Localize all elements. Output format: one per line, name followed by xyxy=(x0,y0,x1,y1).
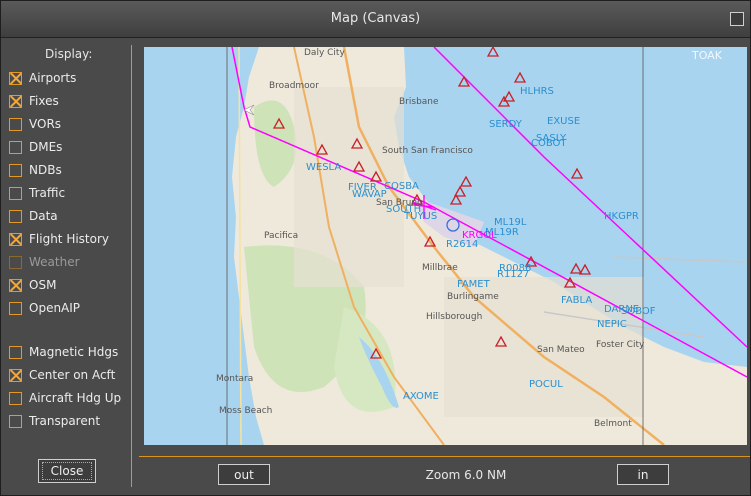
place-label: Brisbane xyxy=(399,97,439,107)
fix-label: WESLA xyxy=(306,162,341,173)
map-window: Map (Canvas) Display: Airports Fixes VOR… xyxy=(0,0,751,496)
close-button[interactable]: Close xyxy=(38,459,96,483)
place-label: Broadmoor xyxy=(269,81,319,91)
option-openaip[interactable]: OpenAIP xyxy=(9,299,80,317)
option-data[interactable]: Data xyxy=(9,207,58,225)
checkbox-icon xyxy=(9,368,22,382)
option-weather: Weather xyxy=(9,253,80,271)
zoom-in-label: in xyxy=(637,467,649,482)
window-title: Map (Canvas) xyxy=(330,11,421,26)
map-svg: Daly City Broadmoor Brisbane South San F… xyxy=(144,47,747,445)
option-flight-history[interactable]: Flight History xyxy=(9,230,109,248)
airport-marker xyxy=(459,175,473,187)
option-ndbs[interactable]: NDBs xyxy=(9,161,62,179)
window-close-box[interactable] xyxy=(730,12,744,26)
checkbox-icon xyxy=(9,391,22,405)
place-label: Millbrae xyxy=(422,263,458,273)
fix-label: TUYUS xyxy=(403,211,437,222)
fix-label: SERDY xyxy=(489,119,523,130)
fix-label: EXUSE xyxy=(547,116,580,127)
option-transparent[interactable]: Transparent xyxy=(9,412,100,430)
option-label: Traffic xyxy=(29,186,66,200)
option-label: OpenAIP xyxy=(29,301,81,315)
option-label: Data xyxy=(29,209,58,223)
zoom-in-button[interactable]: in xyxy=(617,464,669,485)
checkbox-icon xyxy=(9,209,22,223)
checkbox-icon xyxy=(9,232,22,246)
checkbox-icon xyxy=(9,255,22,269)
checkbox-icon xyxy=(9,414,22,428)
option-aircraft-hdg-up[interactable]: Aircraft Hdg Up xyxy=(9,389,121,407)
place-label: Hillsborough xyxy=(426,312,482,322)
option-label: Flight History xyxy=(29,232,110,246)
zoom-out-button[interactable]: out xyxy=(218,464,270,485)
place-label: Pacifica xyxy=(264,231,298,241)
option-label: Fixes xyxy=(29,94,59,108)
option-label: OSM xyxy=(29,278,57,292)
option-center-on-acft[interactable]: Center on Acft xyxy=(9,366,115,384)
display-label: Display: xyxy=(45,47,93,61)
fix-label: KRGOL xyxy=(462,230,497,241)
option-label: Transparent xyxy=(29,414,101,428)
option-osm[interactable]: OSM xyxy=(9,276,56,294)
place-label: South San Francisco xyxy=(382,146,473,156)
fix-label: COBOT xyxy=(531,138,567,149)
airport-marker xyxy=(570,167,584,179)
place-label: Belmont xyxy=(594,419,632,429)
airport-marker xyxy=(569,262,583,274)
fix-label: FABLA xyxy=(561,295,592,306)
bottom-divider xyxy=(139,456,750,457)
fix-label: AXOME xyxy=(403,391,439,402)
place-label: San Mateo xyxy=(537,345,585,355)
option-traffic[interactable]: Traffic xyxy=(9,184,65,202)
fix-label: COSBA xyxy=(384,181,419,192)
option-label: Center on Acft xyxy=(29,368,116,382)
checkbox-icon xyxy=(9,186,22,200)
title-bar[interactable]: Map (Canvas) xyxy=(1,1,750,38)
map-canvas[interactable]: Daly City Broadmoor Brisbane South San F… xyxy=(144,47,747,445)
checkbox-icon xyxy=(9,163,22,177)
map-watermark: TOAK xyxy=(691,49,723,62)
option-dmes[interactable]: DMEs xyxy=(9,138,62,156)
airport-marker xyxy=(486,47,500,57)
place-label: Montara xyxy=(216,374,253,384)
checkbox-icon xyxy=(9,71,22,85)
checkbox-icon xyxy=(9,278,22,292)
place-label: Foster City xyxy=(596,340,645,350)
checkbox-icon xyxy=(9,301,22,315)
place-label: Daly City xyxy=(304,48,345,58)
option-airports[interactable]: Airports xyxy=(9,69,76,87)
airport-marker xyxy=(513,71,527,83)
fix-label: SOBOF xyxy=(621,306,656,317)
place-label: Moss Beach xyxy=(219,406,272,416)
fix-label: NEPIC xyxy=(597,319,627,330)
close-button-label: Close xyxy=(41,462,93,480)
checkbox-icon xyxy=(9,345,22,359)
option-vors[interactable]: VORs xyxy=(9,115,61,133)
option-label: Weather xyxy=(29,255,80,269)
place-label: Burlingame xyxy=(447,292,499,302)
option-label: Aircraft Hdg Up xyxy=(29,391,122,405)
display-options-panel: Display: Airports Fixes VORs DMEs NDBs T… xyxy=(7,45,132,487)
checkbox-icon xyxy=(9,140,22,154)
option-label: DMEs xyxy=(29,140,63,154)
road xyxy=(613,256,747,263)
fix-label: FAMET xyxy=(457,279,491,290)
fix-label: R1127 xyxy=(497,269,529,280)
option-magnetic-hdgs[interactable]: Magnetic Hdgs xyxy=(9,343,118,361)
zoom-level: Zoom 6.0 NM xyxy=(425,468,507,482)
checkbox-icon xyxy=(9,117,22,131)
option-label: Magnetic Hdgs xyxy=(29,345,119,359)
fix-label: HKGPR xyxy=(604,211,639,222)
fix-label: WAVAP xyxy=(352,189,387,200)
option-label: NDBs xyxy=(29,163,62,177)
zoom-out-label: out xyxy=(234,467,254,482)
fix-label: POCUL xyxy=(529,379,563,390)
option-fixes[interactable]: Fixes xyxy=(9,92,59,110)
option-label: Airports xyxy=(29,71,77,85)
fix-label: HLHRS xyxy=(520,86,554,97)
option-label: VORs xyxy=(29,117,62,131)
checkbox-icon xyxy=(9,94,22,108)
